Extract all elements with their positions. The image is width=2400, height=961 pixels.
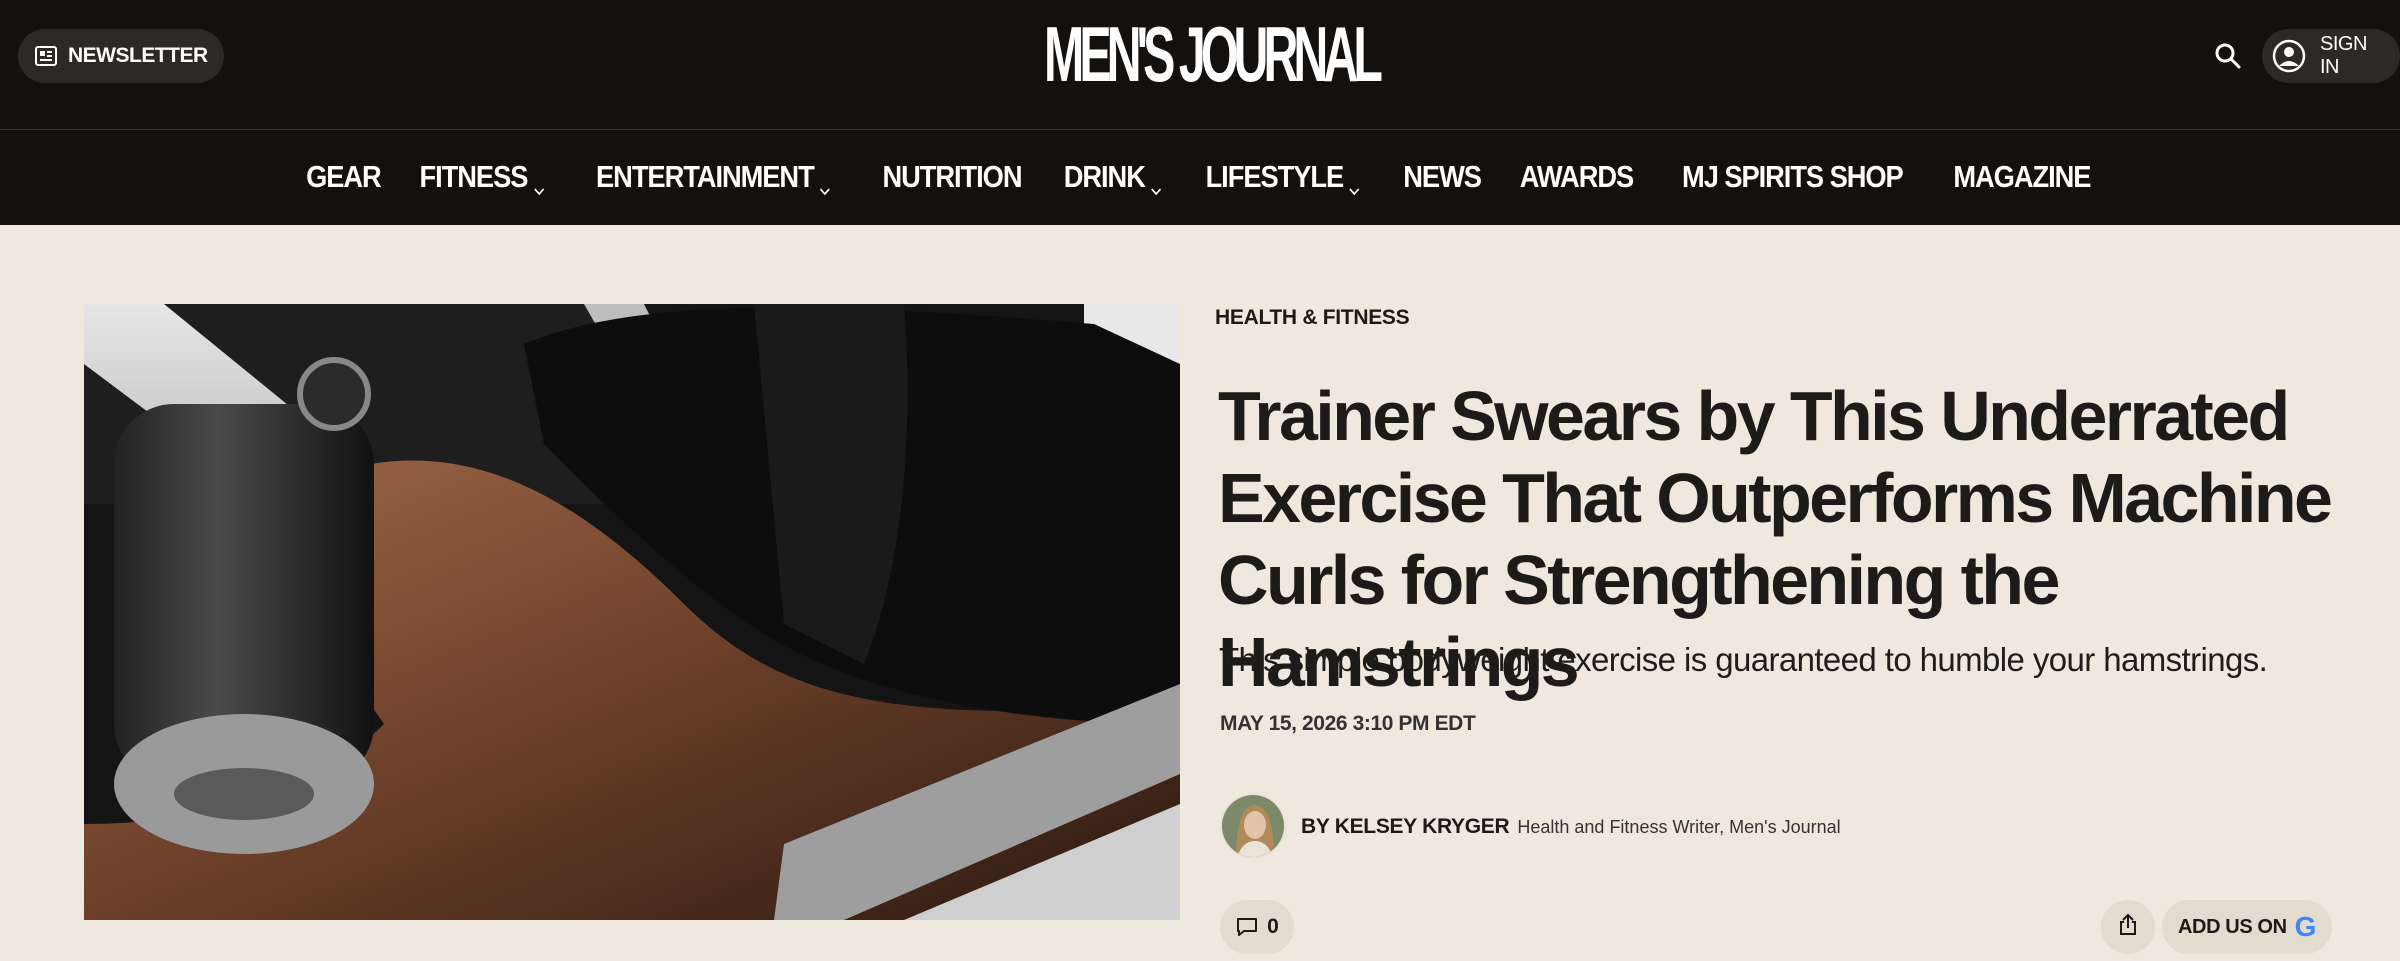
author-byline: BY KELSEY KRYGER Health and Fitness Writ… [1301, 815, 1841, 839]
nav-item-gear[interactable]: GEAR [306, 159, 382, 195]
newspaper-icon [34, 45, 58, 67]
author-role: Health and Fitness Writer, Men's Journal [1517, 817, 1841, 837]
comment-count: 0 [1267, 915, 1279, 938]
chevron-down-icon [533, 170, 545, 196]
nav-item-mj-spirits-shop[interactable]: MJ SPIRITS SHOP [1682, 159, 1904, 195]
newsletter-label: NEWSLETTER [68, 44, 208, 67]
article-category[interactable]: HEALTH & FITNESS [1215, 306, 1410, 330]
nav-item-lifestyle[interactable]: LIFESTYLE [1206, 159, 1361, 196]
nav-item-entertainment[interactable]: ENTERTAINMENT [596, 159, 831, 196]
add-us-on-google-button[interactable]: ADD US ON G [2162, 900, 2333, 954]
article-date: MAY 15, 2026 3:10 PM EDT [1220, 712, 1476, 735]
nav-item-awards[interactable]: AWARDS [1520, 159, 1634, 195]
chevron-down-icon [1349, 170, 1361, 196]
share-icon [2117, 913, 2139, 942]
nav-item-news[interactable]: NEWS [1403, 159, 1482, 195]
chevron-down-icon [819, 170, 831, 196]
author-avatar[interactable] [1220, 793, 1286, 859]
author-name[interactable]: BY KELSEY KRYGER [1301, 815, 1510, 839]
main-nav: GEAR FITNESS ENTERTAINMENT NUTRITION DRI… [0, 129, 2400, 225]
add-us-label: ADD US ON [2178, 915, 2287, 938]
google-icon: G [2294, 911, 2317, 942]
site-logo[interactable]: MEN'S JOURNAL [1044, 14, 1383, 94]
comments-button[interactable]: 0 [1220, 900, 1294, 954]
share-button[interactable] [2101, 900, 2155, 954]
chevron-down-icon [1150, 170, 1162, 196]
comment-icon [1235, 916, 1259, 938]
search-icon[interactable] [2212, 40, 2244, 72]
sign-in-label: SIGN IN [2320, 33, 2367, 78]
nav-item-drink[interactable]: DRINK [1064, 159, 1163, 196]
hero-image [84, 304, 1180, 920]
nav-item-fitness[interactable]: FITNESS [420, 159, 545, 196]
article-dek: This simple bodyweight exercise is guara… [1219, 641, 2268, 678]
nav-item-nutrition[interactable]: NUTRITION [883, 159, 1023, 195]
user-circle-icon [2272, 39, 2306, 73]
nav-item-magazine[interactable]: MAGAZINE [1953, 159, 2091, 195]
sign-in-button[interactable]: SIGN IN [2262, 29, 2400, 83]
newsletter-button[interactable]: NEWSLETTER [18, 29, 224, 83]
